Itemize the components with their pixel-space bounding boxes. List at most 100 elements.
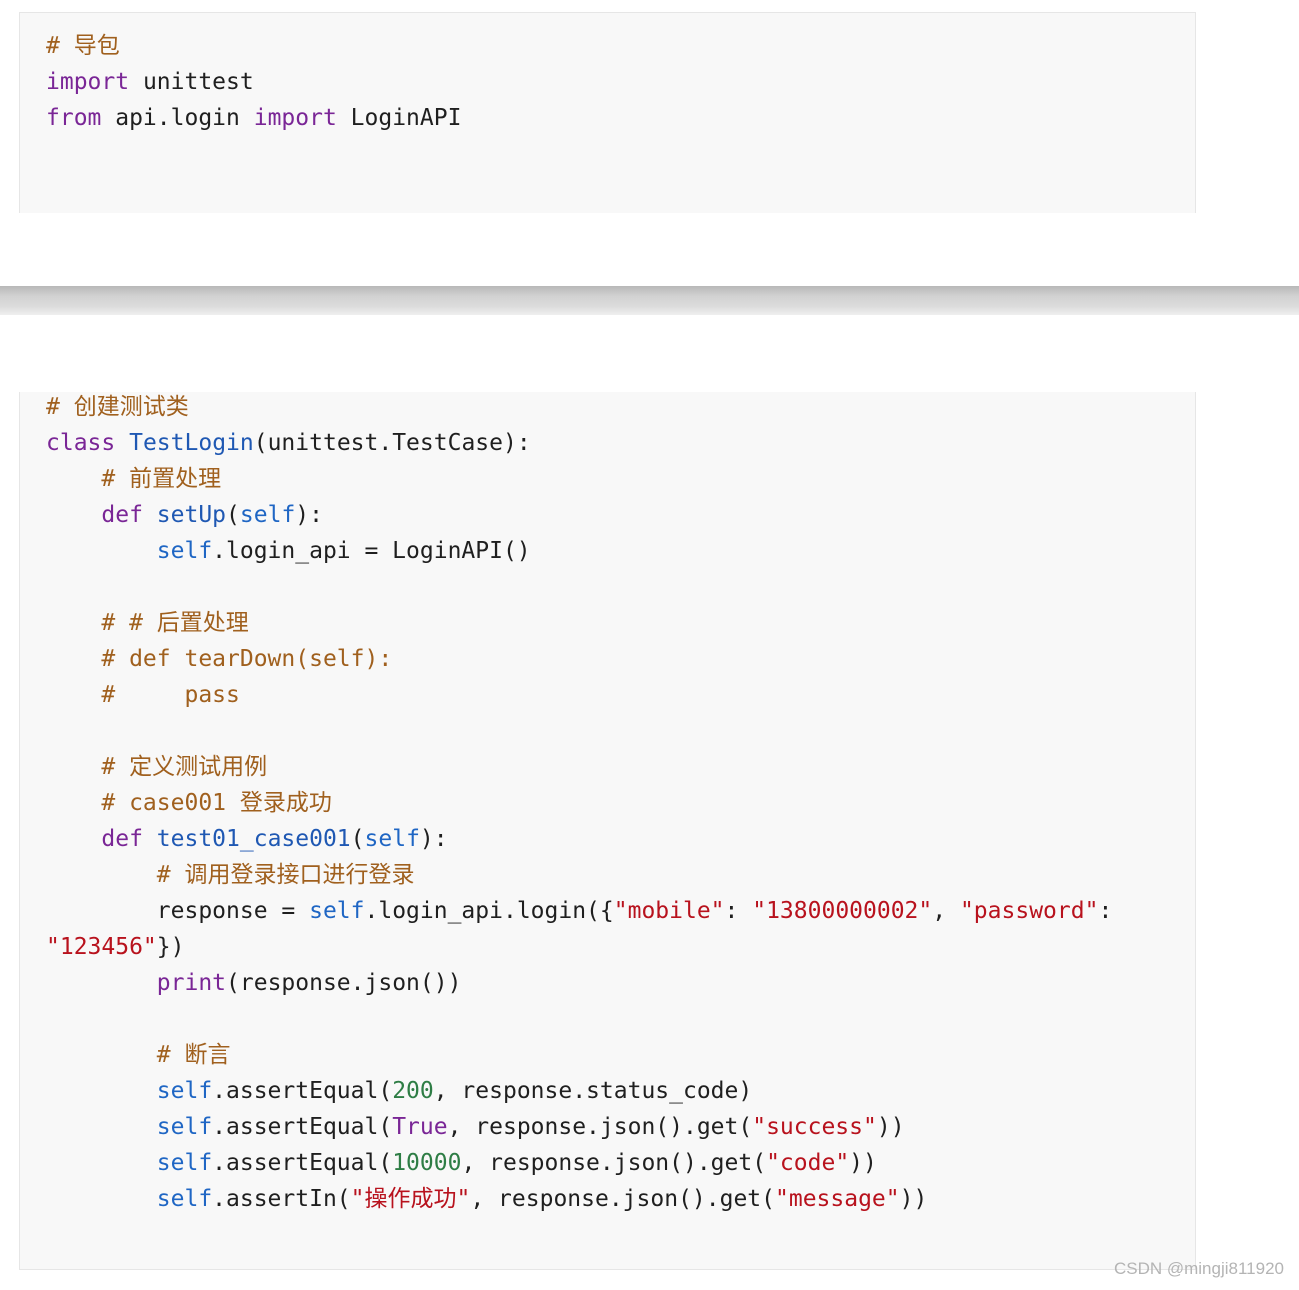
code-line: # 导包 xyxy=(46,28,120,64)
code-line: self.assertIn("操作成功", response.json().ge… xyxy=(46,1181,928,1217)
code-token-self: self xyxy=(156,1078,213,1104)
code-token-name: (response.json()) xyxy=(226,970,462,996)
code-line: # 创建测试类 xyxy=(46,389,189,425)
code-token-name: LoginAPI xyxy=(336,105,462,131)
code-token-comment: # # 后置处理 xyxy=(101,610,249,636)
code-token-name xyxy=(143,502,157,528)
code-line: # pass xyxy=(46,677,240,713)
code-token-self: self xyxy=(239,502,296,528)
code-token-name: .login_api.login({ xyxy=(364,898,614,924)
code-token-keyword: def xyxy=(101,826,143,852)
code-token-punct: (unittest.TestCase): xyxy=(253,430,531,456)
code-token-name: , response.json().get( xyxy=(447,1114,753,1140)
code-line: # 定义测试用例 xyxy=(46,749,267,785)
code-token-name xyxy=(46,1150,157,1176)
code-block-imports: # 导包 import unittest from api.login import… xyxy=(19,12,1196,213)
code-token-name xyxy=(46,502,101,528)
code-token-punct: ( xyxy=(226,502,240,528)
code-token-name xyxy=(46,1114,157,1140)
code-token-name: , response.json().get( xyxy=(461,1150,767,1176)
code-token-name xyxy=(46,970,157,996)
code-line: # # 后置处理 xyxy=(46,605,249,641)
code-line: # 断言 xyxy=(46,1037,231,1073)
code-token-name xyxy=(46,1186,157,1212)
code-token-comment: # 创建测试类 xyxy=(46,394,189,420)
code-token-name: , response.json().get( xyxy=(470,1186,775,1212)
code-token-keyword: import xyxy=(46,69,130,95)
code-line: self.assertEqual(200, response.status_co… xyxy=(46,1073,752,1109)
code-line: self.login_api = LoginAPI() xyxy=(46,533,531,569)
code-line: def setUp(self): xyxy=(46,497,323,533)
code-token-builtin: print xyxy=(156,970,227,996)
code-line: self.assertEqual(True, response.json().g… xyxy=(46,1109,905,1145)
code-token-comment: # pass xyxy=(101,682,240,708)
code-line: import unittest xyxy=(46,64,254,100)
code-token-comment: # 调用登录接口进行登录 xyxy=(156,862,415,888)
code-token-self: self xyxy=(156,1114,213,1140)
code-token-name: .assertEqual( xyxy=(212,1114,393,1140)
code-token-keyword: from xyxy=(46,105,102,131)
code-token-name xyxy=(46,826,101,852)
code-token-punct: ( xyxy=(350,826,365,852)
code-token-name xyxy=(46,1078,157,1104)
code-token-name xyxy=(46,682,101,708)
code-token-name xyxy=(46,790,101,816)
code-token-punct: )) xyxy=(899,1186,928,1212)
code-token-self: self xyxy=(156,1150,213,1176)
code-token-punct: }) xyxy=(156,934,185,960)
code-token-string: "mobile" xyxy=(613,898,725,924)
code-token-self: self xyxy=(309,898,365,924)
code-line: self.assertEqual(10000, response.json().… xyxy=(46,1145,877,1181)
code-line: def test01_case001(self): xyxy=(46,821,447,857)
code-token-name xyxy=(46,538,157,564)
code-token-name xyxy=(46,646,101,672)
code-token-punct: : xyxy=(724,898,753,924)
code-token-name xyxy=(143,826,157,852)
code-token-string: "success" xyxy=(752,1114,877,1140)
code-token-name: .assertIn( xyxy=(212,1186,351,1212)
code-token-punct: )) xyxy=(876,1114,905,1140)
code-token-string: "13800000002" xyxy=(752,898,933,924)
code-token-punct: : xyxy=(1098,898,1113,924)
code-token-funcname: setUp xyxy=(156,502,227,528)
code-token-comment: # 前置处理 xyxy=(101,466,222,492)
code-token-comment: # case001 登录成功 xyxy=(101,790,332,816)
code-token-name xyxy=(46,1042,157,1068)
code-token-name xyxy=(46,610,101,636)
code-token-classname: TestLogin xyxy=(129,430,254,456)
code-token-self: self xyxy=(364,826,420,852)
code-token-punct: , xyxy=(932,898,960,924)
code-line: # case001 登录成功 xyxy=(46,785,332,821)
code-token-number: 200 xyxy=(392,1078,434,1104)
code-token-self: self xyxy=(156,1186,213,1212)
code-token-name xyxy=(46,754,101,780)
code-token-name: .assertEqual( xyxy=(212,1150,393,1176)
code-token-punct: ): xyxy=(295,502,323,528)
code-token-name xyxy=(46,466,101,492)
code-line: # 调用登录接口进行登录 xyxy=(46,857,415,893)
csdn-watermark: CSDN @mingji811920 xyxy=(1113,1259,1284,1278)
code-token-name: .assertEqual( xyxy=(212,1078,393,1104)
code-line: # 前置处理 xyxy=(46,461,221,497)
code-token-string: "password" xyxy=(959,898,1099,924)
code-token-name: api.login xyxy=(101,105,254,131)
code-token-name: unittest xyxy=(129,69,254,95)
section-divider xyxy=(0,286,1299,315)
code-token-punct: )) xyxy=(849,1150,877,1176)
code-token-funcname: test01_case001 xyxy=(156,826,351,852)
code-block-test-class: # 创建测试类 class TestLogin(unittest.TestCase… xyxy=(19,392,1196,1270)
code-token-name: response = xyxy=(46,898,310,924)
code-token-comment: # 导包 xyxy=(46,33,120,59)
code-token-string: "123456" xyxy=(46,934,157,960)
code-line: class TestLogin(unittest.TestCase): xyxy=(46,425,531,461)
code-token-name xyxy=(115,430,129,456)
code-line: "123456"}) xyxy=(46,929,184,965)
code-token-name: .login_api = LoginAPI() xyxy=(212,538,531,564)
code-token-self: self xyxy=(156,538,213,564)
code-token-keyword: def xyxy=(101,502,143,528)
code-token-keyword: import xyxy=(253,105,337,131)
code-line: # def tearDown(self): xyxy=(46,641,392,677)
code-token-keyword: class xyxy=(46,430,116,456)
code-token-const: True xyxy=(392,1114,448,1140)
code-token-name: , response.status_code) xyxy=(433,1078,753,1104)
